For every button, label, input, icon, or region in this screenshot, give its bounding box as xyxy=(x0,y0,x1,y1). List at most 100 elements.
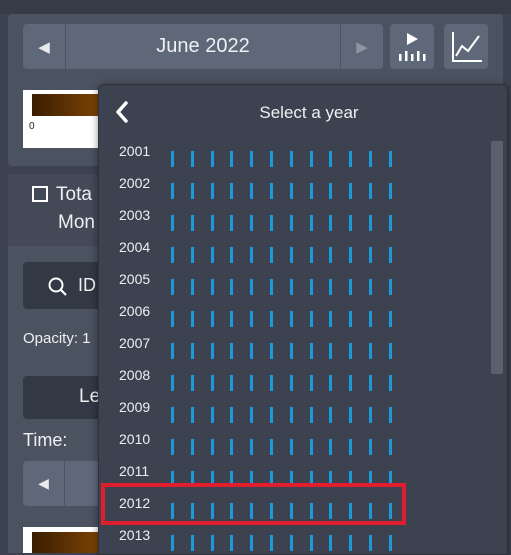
current-date-label[interactable]: June 2022 xyxy=(65,24,341,69)
month-tick[interactable] xyxy=(369,311,372,327)
month-tick[interactable] xyxy=(210,247,214,263)
year-label[interactable]: 2004 xyxy=(119,239,150,255)
year-row-2008[interactable]: 2008 xyxy=(99,367,489,399)
month-tick[interactable] xyxy=(250,247,254,263)
month-tick[interactable] xyxy=(230,343,234,359)
month-tick[interactable] xyxy=(349,375,353,391)
month-tick[interactable] xyxy=(171,407,174,423)
month-tick[interactable] xyxy=(230,535,234,551)
month-tick[interactable] xyxy=(230,439,234,455)
month-tick[interactable] xyxy=(388,375,392,391)
month-tick[interactable] xyxy=(369,215,372,231)
month-tick[interactable] xyxy=(349,439,353,455)
month-tick[interactable] xyxy=(250,535,254,551)
month-tick[interactable] xyxy=(190,215,194,231)
month-tick[interactable] xyxy=(369,247,372,263)
month-tick[interactable] xyxy=(250,407,254,423)
year-label[interactable]: 2006 xyxy=(119,303,150,319)
month-tick[interactable] xyxy=(210,183,214,199)
month-tick[interactable] xyxy=(270,215,273,231)
year-label[interactable]: 2001 xyxy=(119,143,150,159)
month-tick[interactable] xyxy=(329,375,333,391)
month-tick[interactable] xyxy=(230,407,234,423)
month-tick[interactable] xyxy=(289,311,293,327)
month-tick[interactable] xyxy=(388,151,392,167)
month-tick[interactable] xyxy=(230,247,234,263)
month-tick[interactable] xyxy=(190,151,194,167)
month-tick[interactable] xyxy=(349,151,353,167)
year-label[interactable]: 2011 xyxy=(119,463,149,479)
month-tick[interactable] xyxy=(270,375,273,391)
month-tick[interactable] xyxy=(270,183,273,199)
month-tick[interactable] xyxy=(210,311,214,327)
month-tick[interactable] xyxy=(210,151,214,167)
month-tick[interactable] xyxy=(250,151,254,167)
month-tick[interactable] xyxy=(309,215,313,231)
year-row-2010[interactable]: 2010 xyxy=(99,431,489,463)
month-tick[interactable] xyxy=(388,343,392,359)
month-tick[interactable] xyxy=(388,535,392,551)
month-tick[interactable] xyxy=(349,311,353,327)
month-tick[interactable] xyxy=(309,311,313,327)
month-tick[interactable] xyxy=(230,151,234,167)
month-tick[interactable] xyxy=(270,279,273,295)
month-tick[interactable] xyxy=(309,343,313,359)
month-tick[interactable] xyxy=(349,535,353,551)
month-tick[interactable] xyxy=(190,407,194,423)
month-tick[interactable] xyxy=(230,311,234,327)
year-label[interactable]: 2009 xyxy=(119,399,150,415)
month-tick[interactable] xyxy=(250,183,254,199)
year-label[interactable]: 2003 xyxy=(119,207,150,223)
month-tick[interactable] xyxy=(250,311,254,327)
month-tick[interactable] xyxy=(309,407,313,423)
month-tick[interactable] xyxy=(369,183,372,199)
month-tick[interactable] xyxy=(190,183,194,199)
month-tick[interactable] xyxy=(349,343,353,359)
year-label[interactable]: 2010 xyxy=(119,431,150,447)
month-tick[interactable] xyxy=(210,343,214,359)
month-tick[interactable] xyxy=(369,151,372,167)
month-tick[interactable] xyxy=(190,247,194,263)
month-tick[interactable] xyxy=(369,279,372,295)
month-tick[interactable] xyxy=(369,375,372,391)
month-tick[interactable] xyxy=(230,375,234,391)
month-tick[interactable] xyxy=(250,279,254,295)
month-tick[interactable] xyxy=(349,407,353,423)
year-label[interactable]: 2007 xyxy=(119,335,150,351)
month-tick[interactable] xyxy=(270,311,273,327)
month-tick[interactable] xyxy=(329,151,333,167)
year-row-2001[interactable]: 2001 xyxy=(99,143,489,175)
next-month-button[interactable]: ▶ xyxy=(340,24,383,69)
month-tick[interactable] xyxy=(171,439,174,455)
month-tick[interactable] xyxy=(270,343,273,359)
month-tick[interactable] xyxy=(349,215,353,231)
month-tick[interactable] xyxy=(230,183,234,199)
month-tick[interactable] xyxy=(309,535,313,551)
month-tick[interactable] xyxy=(210,215,214,231)
month-tick[interactable] xyxy=(289,279,293,295)
month-tick[interactable] xyxy=(388,215,392,231)
month-tick[interactable] xyxy=(309,439,313,455)
month-tick[interactable] xyxy=(309,375,313,391)
year-row-2002[interactable]: 2002 xyxy=(99,175,489,207)
month-tick[interactable] xyxy=(329,311,333,327)
month-tick[interactable] xyxy=(171,535,174,551)
month-tick[interactable] xyxy=(289,535,293,551)
month-tick[interactable] xyxy=(250,439,254,455)
month-tick[interactable] xyxy=(190,439,194,455)
year-row-2013[interactable]: 2013 xyxy=(99,527,489,554)
month-tick[interactable] xyxy=(230,215,234,231)
layer-previous-time-button[interactable]: ◀ xyxy=(23,461,65,506)
month-tick[interactable] xyxy=(309,247,313,263)
year-row-2007[interactable]: 2007 xyxy=(99,335,489,367)
month-tick[interactable] xyxy=(289,151,293,167)
year-row-2005[interactable]: 2005 xyxy=(99,271,489,303)
year-row-2003[interactable]: 2003 xyxy=(99,207,489,239)
month-tick[interactable] xyxy=(210,279,214,295)
month-tick[interactable] xyxy=(210,439,214,455)
month-tick[interactable] xyxy=(349,279,353,295)
month-tick[interactable] xyxy=(210,535,214,551)
month-tick[interactable] xyxy=(329,183,333,199)
year-row-2009[interactable]: 2009 xyxy=(99,399,489,431)
month-tick[interactable] xyxy=(270,247,273,263)
